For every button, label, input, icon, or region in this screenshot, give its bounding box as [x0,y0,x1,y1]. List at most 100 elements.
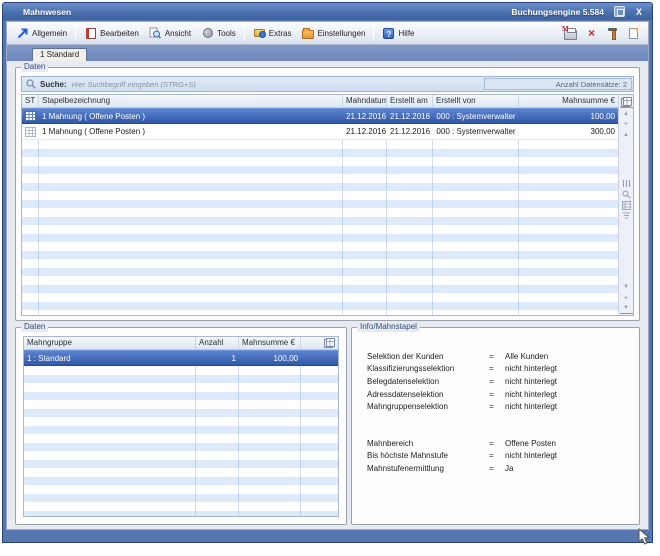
cell-erstellt-am: 21.12.2016 [387,109,433,123]
grid-view-icon[interactable] [620,200,633,211]
info-label: Adressdatenselektion [367,390,489,399]
cell-mahnsumme: 100,00 [519,109,618,123]
group-info-mahnstapel: Info/Mahnstapel Selektion der Kunden = A… [351,327,640,525]
table-header: ST Stapelbezeichnung Mahndatum Erstellt … [22,95,618,108]
column-header-mahngruppe[interactable]: Mahngruppe [24,337,196,349]
hammer-icon[interactable] [605,26,620,40]
scroll-bottom-icon[interactable]: ▼ [620,303,633,314]
column-header-anzahl[interactable]: Anzahl [196,337,239,349]
cell-mahngruppe: 1 : Standard [24,351,196,365]
group-title: Daten [21,62,48,72]
toolbar-button-extras[interactable]: Extras [248,25,297,42]
group-title: Daten [21,322,48,332]
cell-mahndatum: 21.12.2016 [343,124,387,139]
info-value: nicht hinterlegt [505,451,557,460]
toolbar-label: Hilfe [398,29,414,38]
main-panel: Daten Suche: Anzahl Datensätze: 2 ST Sta… [7,61,648,529]
equals-sign: = [489,390,505,399]
info-row: Bis höchste Mahnstufe = nicht hinterlegt [367,450,633,463]
tab-standard[interactable]: 1 Standard [32,48,87,61]
toolbar-label: Ansicht [165,29,191,38]
toolbar-button-allgemein[interactable]: Allgemein [11,25,72,42]
settings-folder-icon [301,27,314,40]
column-header-erstellt-am[interactable]: Erstellt am [387,95,433,107]
toolbar-label: Bearbeiten [100,29,139,38]
group-daten-main: Daten Suche: Anzahl Datensätze: 2 ST Sta… [15,67,640,321]
scroll-down-icon[interactable]: ▼ [620,281,633,292]
tab-strip: 1 Standard [7,45,648,61]
column-header-erstellt-von[interactable]: Erstellt von [433,95,519,107]
search-input[interactable] [72,80,483,89]
empty-rows-area [24,366,338,516]
delete-icon[interactable]: × [584,26,599,40]
close-button[interactable]: X [633,7,645,17]
equals-sign: = [489,364,505,373]
print-report-icon[interactable]: M [563,26,578,40]
column-header-mahnsumme[interactable]: Mahnsumme € [519,95,618,107]
zoom-icon[interactable] [620,189,633,200]
toolbar-button-hilfe[interactable]: ? Hilfe [377,25,419,42]
equals-sign: = [489,439,505,448]
info-row: Mahnstufenermittlung = Ja [367,462,633,475]
cell-stapelbezeichnung: 1 Mahnung ( Offene Posten ) [39,109,343,123]
group-title: Info/Mahnstapel [357,322,420,332]
toolbar-button-ansicht[interactable]: Ansicht [144,25,196,42]
info-label: Belegdatenselektion [367,377,489,386]
scroll-up-icon[interactable]: ▲ [620,129,633,140]
table-row[interactable]: 1 Mahnung ( Offene Posten ) 21.12.2016 2… [22,124,618,140]
info-section-gap [367,413,633,437]
app-window: Mahnwesen Buchungsengine 5.584 X Allgeme… [2,2,653,543]
search-bar: Suche: Anzahl Datensätze: 2 [21,76,634,92]
toolbar-button-einstellungen[interactable]: Einstellungen [296,25,370,42]
arrow-up-right-icon [16,27,29,40]
equals-sign: = [489,377,505,386]
table-row[interactable]: 1 : Standard 1 100,00 [24,350,338,366]
cell-erstellt-von: 000 : Systemverwalter [433,109,519,123]
equals-sign: = [489,464,505,473]
new-page-icon[interactable] [626,26,641,40]
toolbar-button-tools[interactable]: Tools [196,25,241,42]
column-header-st[interactable]: ST [22,95,39,107]
window-body: Allgemein Bearbeiten Ansicht Tools Extra… [6,21,649,530]
info-value: nicht hinterlegt [505,390,557,399]
cell-mahnsumme: 100,00 [239,351,301,365]
cell-erstellt-am: 21.12.2016 [387,124,433,139]
info-value: Ja [505,464,513,473]
info-row: Selektion der Kunden = Alle Kunden [367,350,633,363]
edit-book-icon [84,27,97,40]
toolbar-separator [373,26,374,41]
column-chooser-icon[interactable] [301,337,338,349]
window-title: Mahnwesen [23,7,511,17]
toolbar-button-bearbeiten[interactable]: Bearbeiten [79,25,144,42]
window-app-icon[interactable] [614,6,625,17]
info-value: nicht hinterlegt [505,377,557,386]
mahngruppe-table: Mahngruppe Anzahl Mahnsumme € 1 : Standa… [23,336,339,517]
column-header-mahndatum[interactable]: Mahndatum [343,95,387,107]
window-version: Buchungsengine 5.584 [511,7,604,17]
mouse-cursor [638,528,650,548]
tools-gear-icon [201,27,214,40]
filter-icon[interactable] [620,211,633,222]
empty-rows-area [22,140,618,315]
info-label: Mahnstufenermittlung [367,464,489,473]
move-up-icon[interactable]: + [620,118,633,129]
info-label: Bis höchste Mahnstufe [367,451,489,460]
table-row[interactable]: 1 Mahnung ( Offene Posten ) 21.12.2016 2… [22,108,618,124]
column-header-stapelbezeichnung[interactable]: Stapelbezeichnung [39,95,343,107]
cell-stapelbezeichnung: 1 Mahnung ( Offene Posten ) [39,124,343,139]
cell-mahnsumme: 300,00 [519,124,618,139]
scroll-top-icon[interactable]: ▲ [620,107,633,118]
columns-icon[interactable] [620,178,633,189]
table-nav-column: ▲ + ▲ [618,95,633,315]
info-label: Klassifizierungsselektion [367,364,489,373]
info-row: Mahnbereich = Offene Posten [367,437,633,450]
column-chooser-icon[interactable] [620,96,633,107]
move-down-icon[interactable]: + [620,292,633,303]
bottom-row: Daten Mahngruppe Anzahl Mahnsumme € 1 : … [15,327,640,525]
equals-sign: = [489,352,505,361]
stack-table: ST Stapelbezeichnung Mahndatum Erstellt … [21,94,634,316]
info-value: Alle Kunden [505,352,548,361]
info-row: Adressdatenselektion = nicht hinterlegt [367,388,633,401]
info-label: Mahngruppenselektion [367,402,489,411]
column-header-mahnsumme[interactable]: Mahnsumme € [239,337,301,349]
